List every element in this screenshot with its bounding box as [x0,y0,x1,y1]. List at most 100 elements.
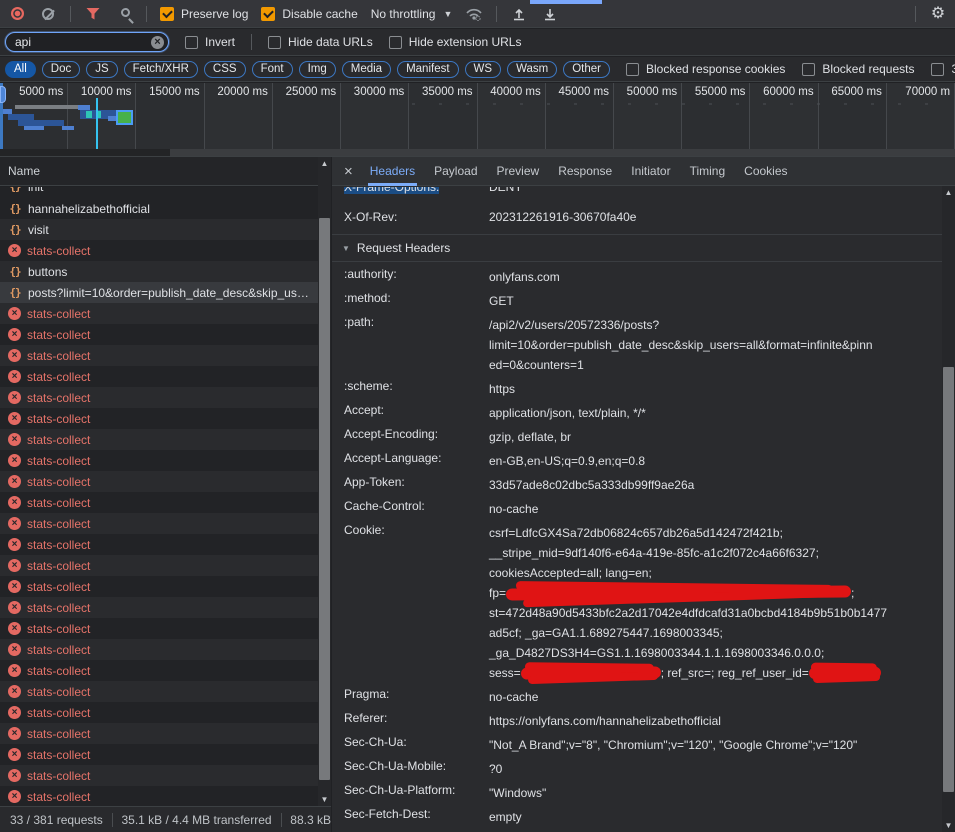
scroll-up-icon[interactable]: ▲ [318,157,331,170]
request-row[interactable]: ×stats-collect [0,492,318,513]
request-name: stats-collect [27,433,318,447]
filter-checkbox-blocked-requests[interactable]: Blocked requests [802,62,914,76]
request-row[interactable]: ×stats-collect [0,387,318,408]
clear-filter-icon[interactable]: × [151,36,164,49]
request-row[interactable]: ×stats-collect [0,576,318,597]
summary-item: 88.3 kB [290,813,331,827]
request-row[interactable]: {}init [0,187,318,198]
type-filter-pill-manifest[interactable]: Manifest [397,61,458,78]
header-value: 33d57ade8c02dbc5a333db99ff9ae26a [489,473,942,497]
request-row[interactable]: ×stats-collect [0,450,318,471]
invert-label: Invert [205,35,235,49]
request-row[interactable]: ×stats-collect [0,240,318,261]
tab-headers[interactable]: Headers [370,157,415,186]
search-button[interactable] [115,5,133,23]
request-row[interactable]: ×stats-collect [0,744,318,765]
request-name: stats-collect [27,496,318,510]
request-row[interactable]: ×stats-collect [0,345,318,366]
request-row[interactable]: ×stats-collect [0,639,318,660]
request-row[interactable]: ×stats-collect [0,471,318,492]
preserve-log-checkbox[interactable]: Preserve log [160,7,248,21]
overview-range-knob[interactable] [0,86,6,103]
request-row[interactable]: ×stats-collect [0,660,318,681]
tab-cookies[interactable]: Cookies [744,157,787,186]
chevron-down-icon: ▼ [342,244,350,253]
overview-horizontal-scrollbar[interactable] [0,149,955,156]
network-overview[interactable]: 5000 ms10000 ms15000 ms20000 ms25000 ms3… [0,83,955,157]
export-har-button[interactable] [541,5,559,23]
type-filter-pill-doc[interactable]: Doc [42,61,80,78]
request-row[interactable]: ×stats-collect [0,429,318,450]
request-name: stats-collect [27,622,318,636]
request-row[interactable]: ×stats-collect [0,303,318,324]
hide-extension-urls-checkbox[interactable]: Hide extension URLs [389,35,522,49]
type-filter-pill-fetch-xhr[interactable]: Fetch/XHR [124,61,198,78]
type-filter-pill-other[interactable]: Other [563,61,610,78]
type-filter-pill-wasm[interactable]: Wasm [507,61,557,78]
type-filter-pill-media[interactable]: Media [342,61,391,78]
request-row[interactable]: ×stats-collect [0,513,318,534]
scrollbar-thumb[interactable] [943,367,954,792]
request-name: stats-collect [27,328,318,342]
clear-button[interactable] [39,5,57,23]
tab-initiator[interactable]: Initiator [631,157,670,186]
request-row[interactable]: ×stats-collect [0,408,318,429]
invert-checkbox[interactable]: Invert [185,35,235,49]
scroll-down-icon[interactable]: ▼ [318,793,331,806]
network-conditions-button[interactable] [465,5,483,23]
json-icon: {} [8,223,22,236]
json-icon: {} [8,187,22,193]
throttling-dropdown[interactable]: No throttling ▼ [371,7,453,21]
import-har-button[interactable] [510,5,528,23]
request-row[interactable]: {}buttons [0,261,318,282]
scrollbar-thumb[interactable] [319,218,330,780]
selected-text: X-Frame-Options: [344,187,439,194]
type-filter-pill-font[interactable]: Font [252,61,293,78]
overview-segment: 60000 ms [750,83,818,149]
close-icon[interactable]: × [344,163,353,180]
record-button[interactable] [8,5,26,23]
header-value-line: GET [489,291,934,311]
request-headers-section-toggle[interactable]: ▼Request Headers [332,235,942,262]
request-row[interactable]: ×stats-collect [0,618,318,639]
resource-type-filter-bar: All Doc JS Fetch/XHR CSS Font Img Media Manifest… [0,57,955,82]
request-row[interactable]: {}visit [0,219,318,240]
type-filter-pill-img[interactable]: Img [299,61,336,78]
request-list-scrollbar[interactable]: ▲ ▼ [318,157,331,806]
filter-checkbox-blocked-response-cookies[interactable]: Blocked response cookies [626,62,785,76]
hide-data-urls-checkbox[interactable]: Hide data URLs [268,35,373,49]
request-row[interactable]: ×stats-collect [0,324,318,345]
request-row[interactable]: ×stats-collect [0,702,318,723]
request-row[interactable]: {}posts?limit=10&order=publish_date_desc… [0,282,318,303]
scroll-down-icon[interactable]: ▼ [942,819,955,832]
request-row[interactable]: ×stats-collect [0,555,318,576]
tab-timing[interactable]: Timing [690,157,726,186]
request-row[interactable]: ×stats-collect [0,765,318,786]
header-value: csrf=LdfcGX4Sa72db06824c657db26a5d142472… [489,521,942,685]
request-row[interactable]: ×stats-collect [0,786,318,806]
hscroll-thumb[interactable] [170,149,955,156]
header-value-line: application/json, text/plain, */* [489,403,934,423]
tab-preview[interactable]: Preview [497,157,540,186]
filter-checkbox-3rd-party-requests[interactable]: 3rd-party requests [931,62,955,76]
request-row[interactable]: ×stats-collect [0,597,318,618]
type-filter-pill-css[interactable]: CSS [204,61,246,78]
scroll-up-icon[interactable]: ▲ [942,186,955,199]
request-row[interactable]: ×stats-collect [0,534,318,555]
filter-input[interactable]: api × [5,32,169,52]
request-row[interactable]: ×stats-collect [0,366,318,387]
detail-scrollbar[interactable]: ▲ ▼ [942,186,955,832]
disable-cache-checkbox[interactable]: Disable cache [261,7,357,21]
type-filter-pill-js[interactable]: JS [86,61,117,78]
request-row[interactable]: ×stats-collect [0,681,318,702]
request-row[interactable]: ×stats-collect [0,723,318,744]
type-filter-pill-ws[interactable]: WS [465,61,502,78]
filter-toggle-button[interactable] [84,5,102,23]
type-filter-pill-all[interactable]: All [5,61,36,78]
tab-response[interactable]: Response [558,157,612,186]
overview-tick-label: 50000 ms [627,86,678,98]
request-row[interactable]: {}hannahelizabethofficial [0,198,318,219]
name-column-header[interactable]: Name [0,157,330,186]
tab-payload[interactable]: Payload [434,157,477,186]
settings-button[interactable]: ⚙ [929,5,947,23]
